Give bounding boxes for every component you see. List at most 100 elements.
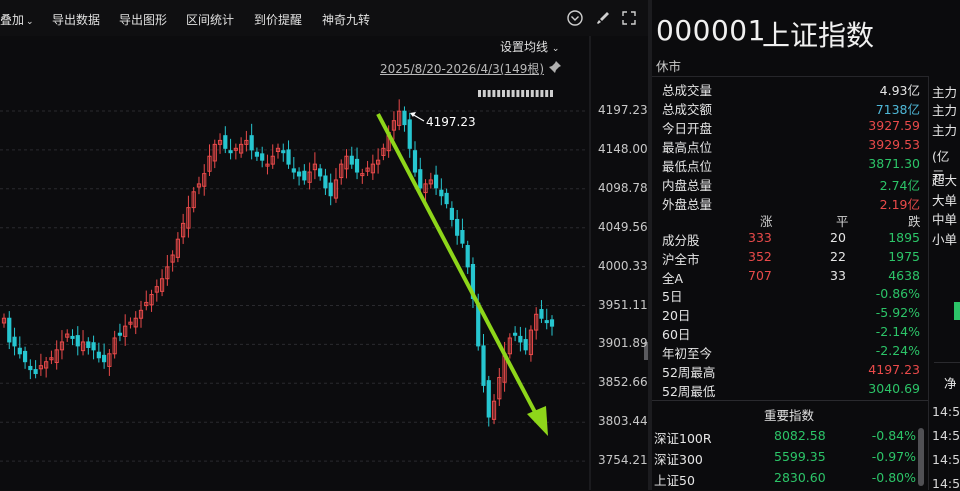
security-name: 上证指数 xyxy=(762,19,875,52)
price-axis-label: 4000.33 xyxy=(598,258,648,273)
interval-stats-button[interactable]: 区间统计 xyxy=(186,11,234,28)
index-name: 深证100R xyxy=(654,431,712,446)
period-value: 4197.23 xyxy=(868,362,920,377)
stat-label: 总成交额 xyxy=(662,102,713,117)
period-row: 20日 -5.92% xyxy=(662,305,920,323)
breadth-down: 4638 xyxy=(888,268,920,283)
stat-label: 今日开盘 xyxy=(662,121,713,136)
breadth-down: 1895 xyxy=(888,230,920,245)
breadth-row: 成分股 333 20 1895 xyxy=(662,230,920,248)
chart-canvas xyxy=(0,36,648,490)
period-label: 年初至今 xyxy=(662,346,713,361)
chevron-down-icon: ⌄ xyxy=(26,17,34,27)
peak-label: 4197.23 xyxy=(426,115,476,129)
net-label: 净 xyxy=(944,376,957,391)
price-axis-label: 3803.44 xyxy=(598,414,648,429)
tick-time: 14:5 xyxy=(932,476,960,491)
flow-label: 大单 xyxy=(932,193,958,208)
period-row: 52周最高 4197.23 xyxy=(662,362,920,380)
candlestick-chart[interactable]: 设置均线 ⌄ 2025/8/20-2026/4/3(149根) 4197.23 … xyxy=(0,36,648,490)
index-divider xyxy=(652,400,928,401)
stat-label: 总成交量 xyxy=(662,83,713,98)
flow-label: 主力 xyxy=(932,85,958,100)
stat-value: 3927.59 xyxy=(868,118,920,133)
chart-toolbar: 叠加 ⌄ 导出数据 导出图形 区间统计 到价提醒 神奇九转 xyxy=(0,0,650,36)
stat-row: 总成交额 7138亿 xyxy=(662,99,920,117)
breadth-row: 全A 707 33 4638 xyxy=(662,268,920,286)
breadth-header-up: 涨 xyxy=(760,214,773,229)
flow-label: 超大 xyxy=(932,173,958,188)
price-axis-label: 3951.11 xyxy=(598,297,648,312)
breadth-flat: 20 xyxy=(830,230,846,245)
index-value: 2830.60 xyxy=(774,470,826,485)
breadth-up: 352 xyxy=(748,249,772,264)
index-scrollbar[interactable] xyxy=(918,428,924,486)
period-value: 3040.69 xyxy=(868,381,920,396)
breadth-label: 全A xyxy=(662,271,684,286)
price-axis-label: 4197.23 xyxy=(598,103,648,117)
index-row[interactable]: 深证100R 8082.58 -0.84% xyxy=(654,428,916,448)
period-value: -5.92% xyxy=(875,305,920,320)
breadth-row: 沪全市 352 22 1975 xyxy=(662,249,920,267)
period-row: 年初至今 -2.24% xyxy=(662,343,920,361)
period-label: 5日 xyxy=(662,289,683,304)
chevron-circle-icon[interactable] xyxy=(566,9,584,27)
overlay-menu[interactable]: 叠加 ⌄ xyxy=(0,11,34,28)
price-alert-button[interactable]: 到价提醒 xyxy=(254,11,302,28)
stat-label: 外盘总量 xyxy=(662,197,713,212)
magic-nine-button[interactable]: 神奇九转 xyxy=(322,11,370,28)
breadth-label: 成分股 xyxy=(662,233,700,248)
price-axis-label: 3901.89 xyxy=(598,336,648,351)
period-value: -2.14% xyxy=(875,324,920,339)
export-data-button[interactable]: 导出数据 xyxy=(52,11,100,28)
stat-value: 4.93亿 xyxy=(879,83,920,98)
breadth-flat: 33 xyxy=(830,268,846,283)
index-name: 上证50 xyxy=(654,473,695,488)
stat-label: 最高点位 xyxy=(662,140,713,155)
export-image-button[interactable]: 导出图形 xyxy=(119,11,167,28)
brush-icon[interactable] xyxy=(594,9,612,27)
index-section-title: 重要指数 xyxy=(764,408,815,423)
index-value: 8082.58 xyxy=(774,428,826,443)
stat-row: 今日开盘 3927.59 xyxy=(662,118,920,136)
index-row[interactable]: 深证300 5599.35 -0.97% xyxy=(654,449,916,469)
tick-time: 14:5 xyxy=(932,404,960,419)
breadth-up: 707 xyxy=(748,268,772,283)
stat-row: 外盘总量 2.19亿 xyxy=(662,194,920,212)
flow-label: 主力 xyxy=(932,103,958,118)
flow-baseline xyxy=(934,362,960,363)
period-label: 52周最低 xyxy=(662,384,716,399)
flow-label: 主力 xyxy=(932,123,958,138)
flow-bar xyxy=(954,302,960,320)
breadth-flat: 22 xyxy=(830,249,846,264)
stat-value: 2.74亿 xyxy=(879,178,920,193)
price-axis-label: 3852.66 xyxy=(598,375,648,390)
trend-arrow xyxy=(376,113,539,417)
price-axis-label: 4148.00 xyxy=(598,141,648,156)
period-value: -0.86% xyxy=(875,286,920,301)
stat-row: 总成交量 4.93亿 xyxy=(662,80,920,98)
period-row: 52周最低 3040.69 xyxy=(662,381,920,399)
stat-value: 3929.53 xyxy=(868,137,920,152)
breadth-header-down: 跌 xyxy=(908,214,921,229)
stat-row: 内盘总量 2.74亿 xyxy=(662,175,920,193)
price-axis-label: 3754.21 xyxy=(598,453,648,468)
stat-value: 7138亿 xyxy=(875,102,920,117)
market-status: 休市 xyxy=(656,59,682,74)
flow-label: 中单 xyxy=(932,212,958,227)
period-label: 60日 xyxy=(662,327,691,342)
tick-time: 14:5 xyxy=(932,452,960,467)
index-row[interactable]: 上证50 2830.60 -0.80% xyxy=(654,470,916,490)
index-change: -0.84% xyxy=(871,428,916,443)
side-divider xyxy=(928,76,929,490)
breadth-up: 333 xyxy=(748,230,772,245)
index-name: 深证300 xyxy=(654,452,703,467)
breadth-down: 1975 xyxy=(888,249,920,264)
price-axis-label: 4098.78 xyxy=(598,180,648,195)
fullscreen-icon[interactable] xyxy=(620,9,638,27)
index-value: 5599.35 xyxy=(774,449,826,464)
index-change: -0.97% xyxy=(871,449,916,464)
breadth-header-flat: 平 xyxy=(836,214,849,229)
period-row: 5日 -0.86% xyxy=(662,286,920,304)
stat-row: 最低点位 3871.30 xyxy=(662,156,920,174)
